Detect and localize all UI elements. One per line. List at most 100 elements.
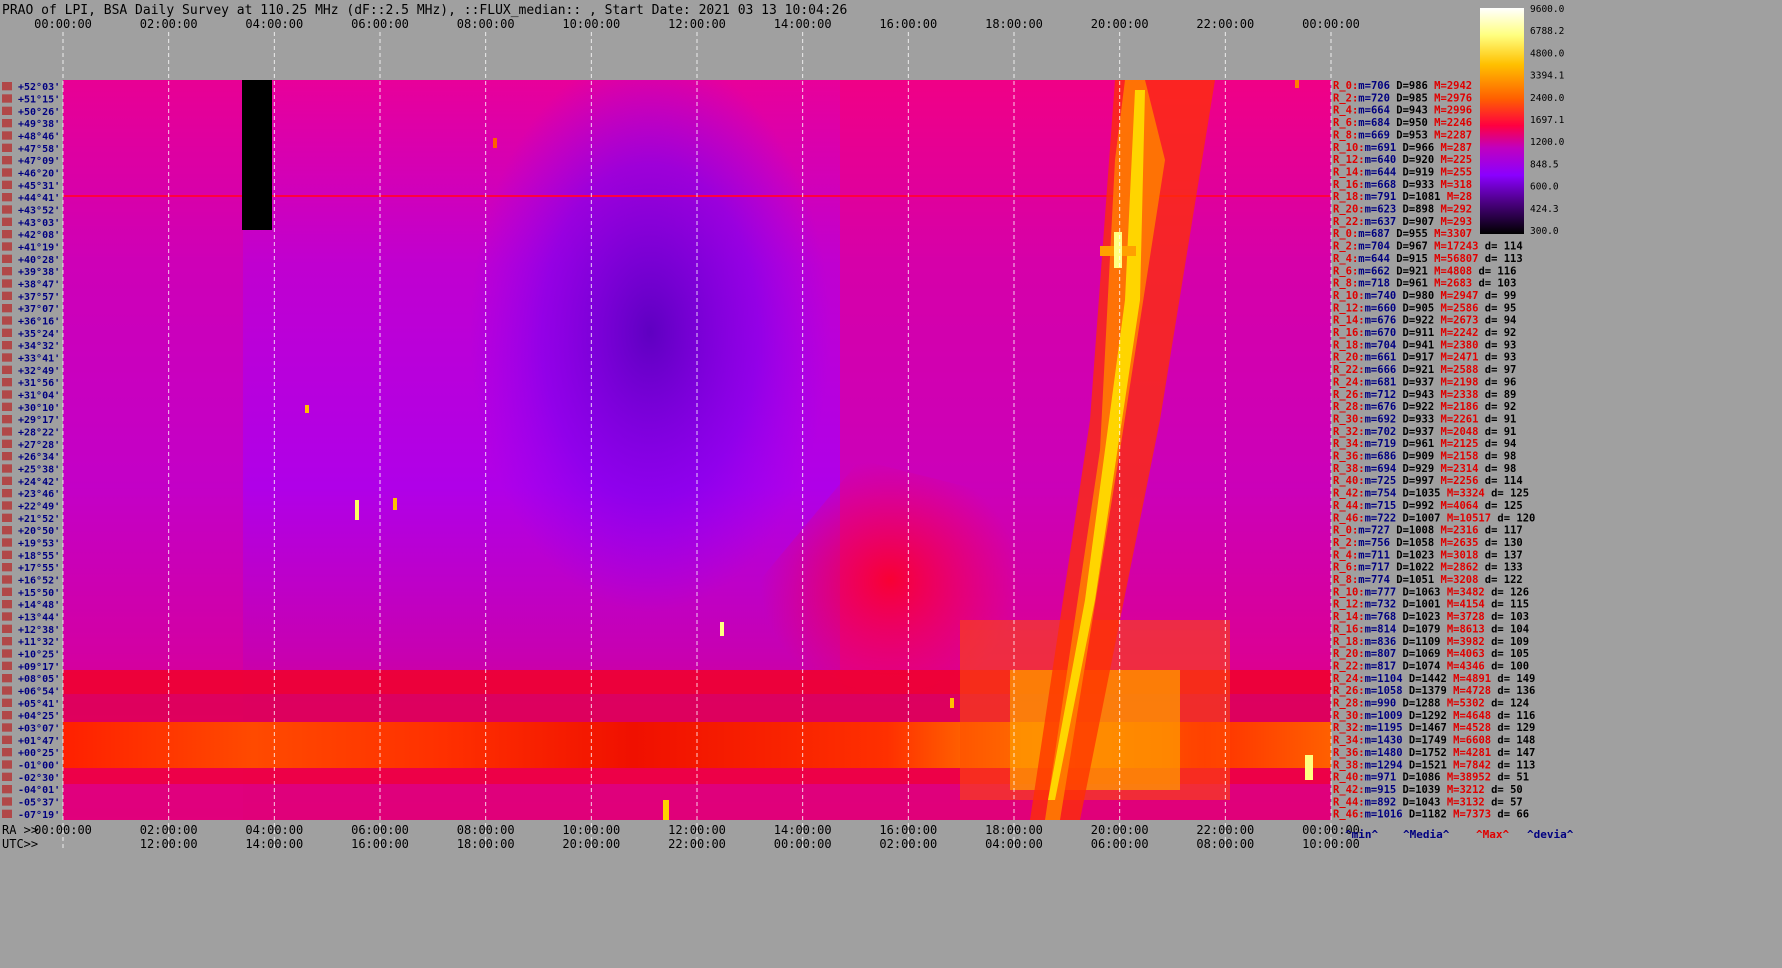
- stats-min-label: m=: [1358, 117, 1371, 129]
- stats-dev: 92: [1504, 327, 1517, 339]
- stats-median: 966: [1415, 142, 1434, 154]
- declination-label: +43°52': [18, 206, 60, 217]
- stats-dev: 97: [1504, 364, 1517, 376]
- stats-max-label: M=: [1428, 253, 1447, 265]
- ra-tick-label: 14:00:00: [774, 823, 832, 837]
- stats-row-id: R_10:: [1333, 290, 1365, 302]
- stats-min-label: m=: [1365, 413, 1378, 425]
- stats-max: 7373: [1466, 809, 1491, 821]
- stats-median: 1288: [1415, 698, 1440, 710]
- stats-row: R_2:m=720 D=985 M=2976: [1333, 92, 1472, 104]
- stats-median: 1749: [1422, 735, 1447, 747]
- stats-row: R_2:m=704 D=967 M=17243 d= 114: [1333, 241, 1523, 253]
- stats-median-label: D=: [1396, 389, 1415, 401]
- stats-min: 732: [1377, 599, 1396, 611]
- stats-max-label: M=: [1447, 809, 1466, 821]
- stats-min: 777: [1377, 586, 1396, 598]
- declination-labels: +52°03' +51°15'+50°26'+49°38' +48°46'+47°5…: [2, 82, 60, 821]
- row-marker: [2, 785, 12, 794]
- declination-label: +47°58': [18, 144, 60, 155]
- stats-min: 687: [1371, 228, 1390, 240]
- stats-row-id: R_18:: [1333, 636, 1365, 648]
- row-marker: [2, 242, 12, 251]
- stats-min-label: m=: [1365, 512, 1378, 524]
- colorbar-tick-label: 3394.1: [1530, 71, 1565, 82]
- stats-max: 10517: [1459, 512, 1491, 524]
- stats-max: 4648: [1466, 710, 1491, 722]
- stats-row: R_18:m=836 D=1109 M=3982 d= 109: [1333, 636, 1529, 648]
- stats-min: 644: [1371, 253, 1390, 265]
- stats-min-label: m=: [1365, 142, 1378, 154]
- stats-max: 2588: [1453, 364, 1478, 376]
- stats-median: 922: [1415, 401, 1434, 413]
- stats-max-label: M=: [1447, 673, 1466, 685]
- stats-dev: 100: [1510, 660, 1529, 672]
- stats-median-label: D=: [1396, 376, 1415, 388]
- stats-max-label: M=: [1428, 117, 1447, 129]
- stats-min-label: m=: [1365, 772, 1378, 784]
- stats-median-label: D=: [1390, 265, 1409, 277]
- source-4: [720, 622, 724, 636]
- stats-max-label: M=: [1434, 562, 1453, 574]
- stats-min-label: m=: [1365, 747, 1378, 759]
- stats-dev-label: d=: [1485, 660, 1510, 672]
- source-1: [355, 500, 359, 520]
- stats-min-label: m=: [1365, 648, 1378, 660]
- row-marker: [2, 649, 12, 658]
- stats-row-id: R_14:: [1333, 166, 1365, 178]
- stats-median-label: D=: [1396, 142, 1415, 154]
- declination-label: +18°55': [18, 551, 60, 562]
- stats-row: R_16:m=670 D=911 M=2242 d= 92: [1333, 327, 1516, 339]
- stats-min-label: m=: [1365, 376, 1378, 388]
- stats-dev-label: d=: [1491, 735, 1516, 747]
- stats-dev-label: d=: [1491, 747, 1516, 759]
- stats-row: R_22:m=666 D=921 M=2588 d= 97: [1333, 364, 1516, 376]
- declination-label: -07°19': [18, 810, 60, 821]
- stats-median-label: D=: [1403, 759, 1422, 771]
- stats-median-label: D=: [1403, 673, 1422, 685]
- stats-median-label: D=: [1390, 92, 1409, 104]
- declination-label: +37°57': [18, 292, 60, 303]
- ra-tick-label: 06:00:00: [351, 823, 409, 837]
- stats-row-id: R_32:: [1333, 722, 1365, 734]
- stats-max: 4346: [1459, 660, 1484, 672]
- declination-label: +41°19': [18, 243, 60, 254]
- stats-median: 933: [1415, 179, 1434, 191]
- row-marker: [2, 205, 12, 214]
- stats-min: 691: [1377, 142, 1396, 154]
- row-marker: [2, 254, 12, 263]
- stats-dev-label: d=: [1478, 389, 1503, 401]
- declination-label: +37°07': [18, 304, 60, 315]
- stats-max: 2862: [1453, 562, 1478, 574]
- stats-dev: 103: [1497, 278, 1516, 290]
- stats-median-label: D=: [1390, 105, 1409, 117]
- row-marker: [2, 686, 12, 695]
- ra-tick-label: 16:00:00: [879, 823, 937, 837]
- stats-legend-label: ^min^: [1345, 828, 1378, 841]
- stats-row-id: R_34:: [1333, 438, 1365, 450]
- utc-tick-label: 06:00:00: [1091, 837, 1149, 851]
- stats-median: 1379: [1422, 685, 1447, 697]
- utc-tick-label: 18:00:00: [457, 837, 515, 851]
- stats-row-id: R_22:: [1333, 216, 1365, 228]
- stats-max: 2996: [1447, 105, 1472, 117]
- stats-max-label: M=: [1428, 92, 1447, 104]
- stats-max: 3132: [1459, 796, 1484, 808]
- stats-median-label: D=: [1396, 204, 1415, 216]
- stats-min-label: m=: [1365, 315, 1378, 327]
- row-marker: [2, 637, 12, 646]
- stats-row-id: R_8:: [1333, 278, 1358, 290]
- stats-median-label: D=: [1396, 166, 1415, 178]
- stats-median-label: D=: [1390, 241, 1409, 253]
- stats-min-label: m=: [1365, 352, 1378, 364]
- stats-row-id: R_26:: [1333, 685, 1365, 697]
- stats-row-id: R_18:: [1333, 339, 1365, 351]
- stats-dev-label: d=: [1491, 673, 1516, 685]
- declination-label: +08°05': [18, 674, 60, 685]
- stats-dev: 129: [1516, 722, 1535, 734]
- stats-median: 1001: [1415, 599, 1440, 611]
- stats-dev-label: d=: [1478, 352, 1503, 364]
- stats-min-label: m=: [1365, 660, 1378, 672]
- declination-label: +38°47': [18, 280, 60, 291]
- stats-median-label: D=: [1390, 574, 1409, 586]
